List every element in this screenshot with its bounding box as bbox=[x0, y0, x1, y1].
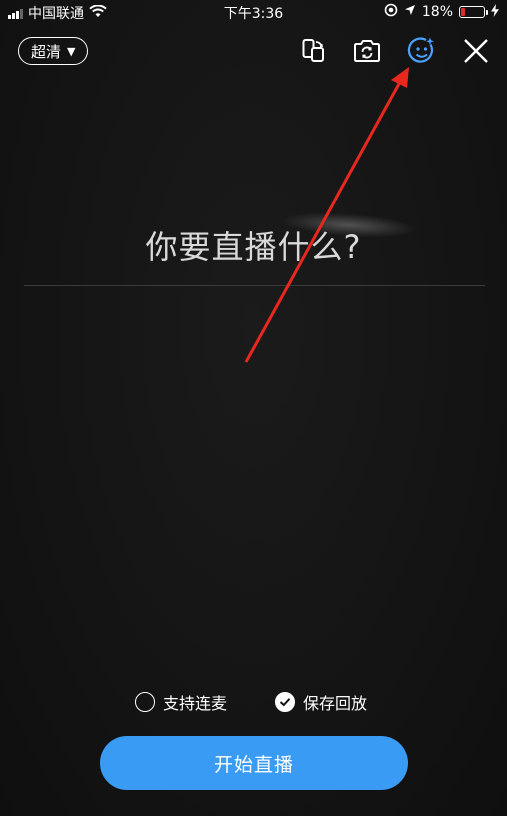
status-bar: 中国联通 下午3:36 18% bbox=[0, 0, 507, 24]
screen-record-icon bbox=[384, 3, 398, 21]
close-icon[interactable] bbox=[461, 36, 491, 66]
support-mic-option[interactable]: 支持连麦 bbox=[135, 690, 227, 714]
support-mic-label: 支持连麦 bbox=[163, 694, 228, 713]
live-title-input[interactable]: 你要直播什么? bbox=[0, 222, 507, 268]
annotation-arrow-head bbox=[391, 67, 409, 88]
checkmark-icon bbox=[279, 698, 291, 707]
quality-label: 超清 bbox=[31, 42, 62, 61]
caret-down-icon: ▼ bbox=[67, 44, 76, 58]
live-options: 支持连麦 保存回放 bbox=[0, 690, 507, 716]
charging-bolt-icon bbox=[491, 3, 499, 21]
location-arrow-icon bbox=[404, 4, 416, 20]
save-replay-checkbox[interactable] bbox=[275, 692, 295, 712]
battery-percent: 18% bbox=[421, 4, 453, 20]
screen-rotate-icon[interactable] bbox=[298, 36, 328, 66]
battery-level bbox=[461, 8, 465, 16]
save-replay-label: 保存回放 bbox=[303, 694, 368, 713]
beauty-face-icon[interactable] bbox=[407, 36, 437, 66]
support-mic-radio[interactable] bbox=[135, 692, 155, 712]
title-underline bbox=[24, 285, 485, 286]
status-right: 18% bbox=[384, 3, 499, 21]
start-live-button[interactable]: 开始直播 bbox=[100, 736, 408, 790]
save-replay-option[interactable]: 保存回放 bbox=[275, 690, 367, 714]
camera-flip-icon[interactable] bbox=[352, 36, 382, 66]
battery-icon bbox=[459, 6, 488, 18]
quality-selector-button[interactable]: 超清 ▼ bbox=[18, 37, 89, 65]
live-setup-screen: 中国联通 下午3:36 18% 超清 ▼ 你要直播什么? 支持连麦 保存回放 开… bbox=[0, 0, 507, 816]
